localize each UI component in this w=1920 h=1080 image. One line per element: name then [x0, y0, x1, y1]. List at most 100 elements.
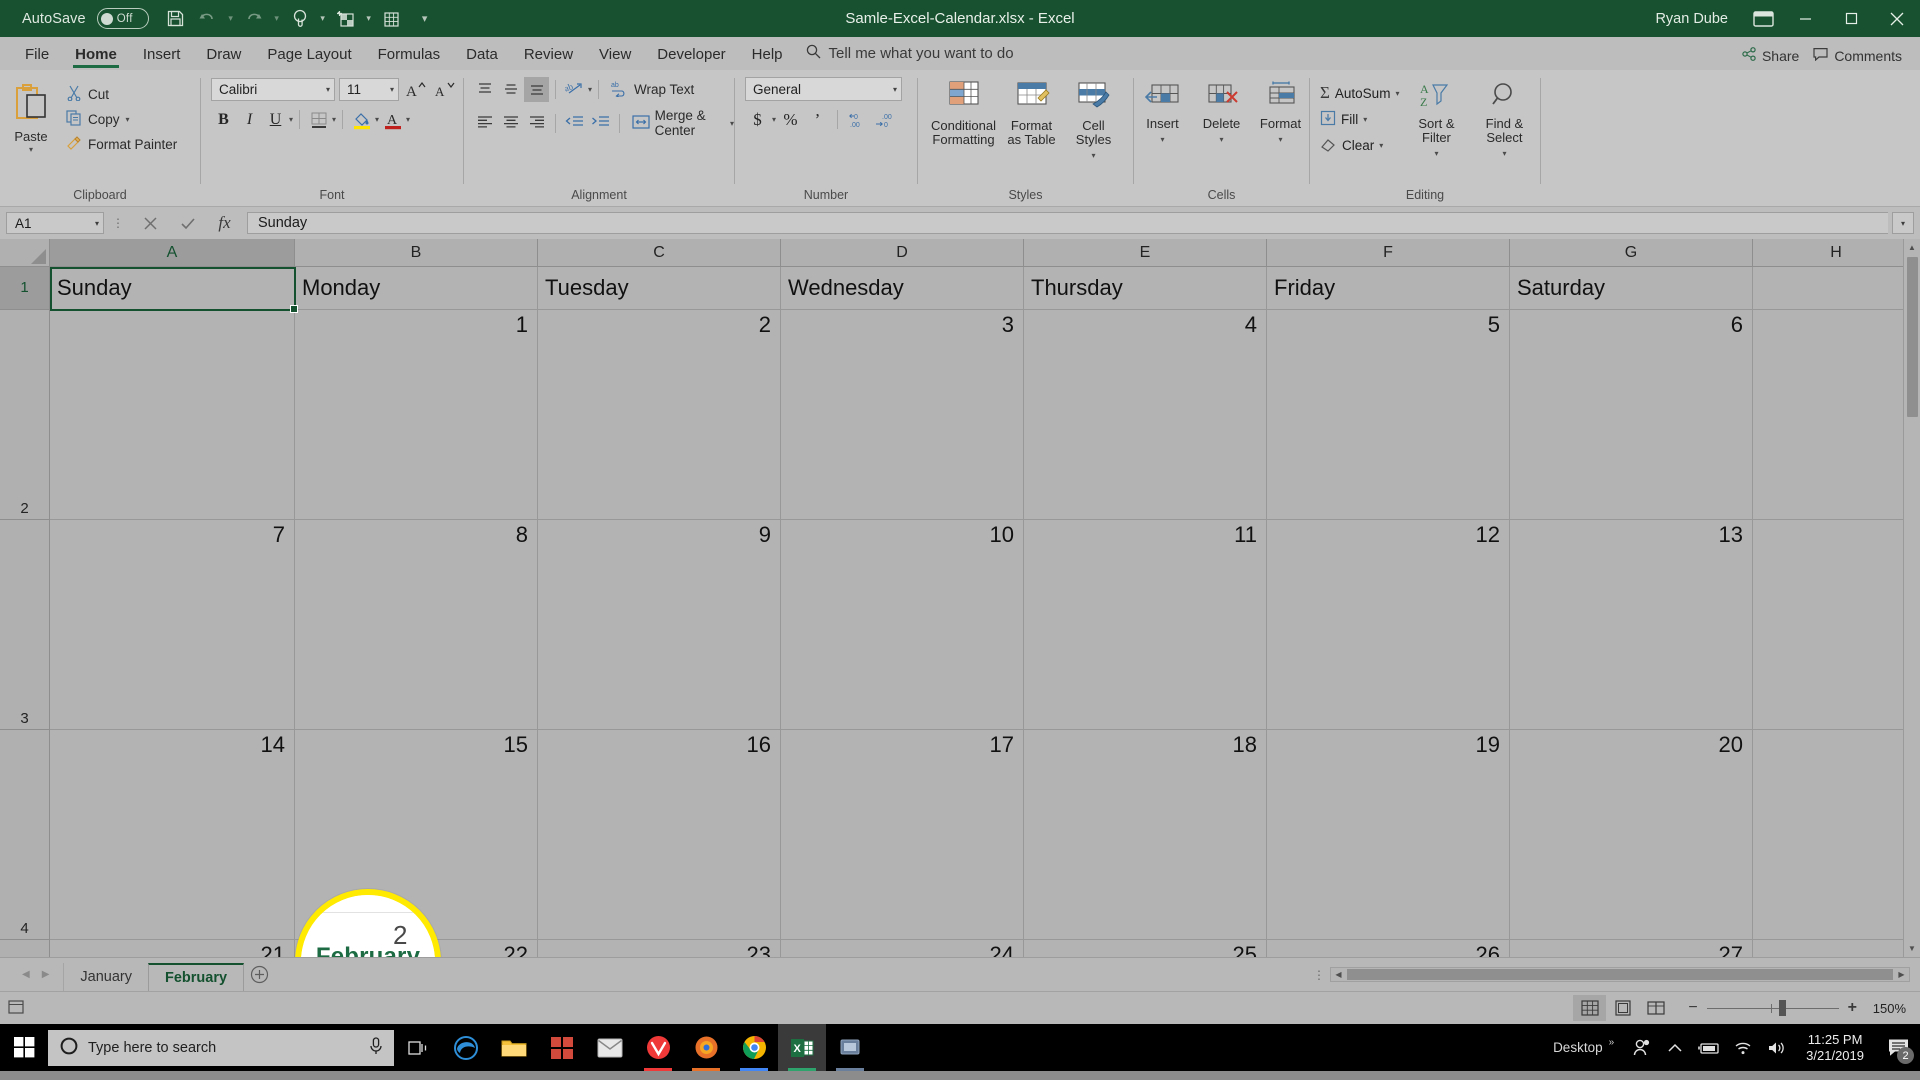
cell-styles-button[interactable]: Cell Styles ▾ [1065, 77, 1123, 163]
zoom-control[interactable]: − + 150% [1688, 999, 1906, 1017]
show-hidden-icons-icon[interactable] [1658, 1024, 1692, 1071]
table-icon[interactable] [377, 5, 407, 33]
account-name[interactable]: Ryan Dube [1655, 11, 1728, 27]
cell-f5[interactable]: 26 [1267, 940, 1510, 957]
currency-format-icon[interactable]: $ [745, 107, 770, 132]
ribbon-display-options-icon[interactable] [1744, 4, 1782, 34]
previous-sheet-icon[interactable]: ◀ [22, 969, 30, 980]
tray-overflow-icon[interactable]: » [1609, 1037, 1625, 1048]
orientation-dropdown-icon[interactable]: ▾ [588, 85, 592, 94]
zoom-in-button[interactable]: + [1848, 999, 1857, 1017]
font-name-dropdown-icon[interactable]: ▾ [318, 85, 330, 94]
zoom-slider[interactable] [1706, 1000, 1839, 1016]
comments-button[interactable]: Comments [1813, 47, 1902, 64]
new-dropdown-icon[interactable]: ▾ [363, 5, 375, 33]
copy-dropdown-icon[interactable]: ▾ [126, 115, 130, 124]
start-button[interactable] [0, 1024, 48, 1071]
orientation-icon[interactable]: ab [562, 77, 587, 102]
wifi-icon[interactable] [1726, 1024, 1760, 1071]
cell-b1[interactable]: Monday [295, 267, 538, 310]
autosave-toggle[interactable]: Off [96, 8, 149, 29]
cell-h5[interactable] [1753, 940, 1920, 957]
insert-function-icon[interactable]: fx [206, 211, 243, 235]
column-header-h[interactable]: H [1753, 239, 1920, 267]
cell-b3[interactable]: 8 [295, 520, 538, 730]
font-color-dropdown-icon[interactable]: ▾ [406, 115, 410, 124]
name-box-dropdown-icon[interactable]: ▾ [95, 219, 99, 228]
font-size-combo[interactable]: 11 ▾ [339, 78, 399, 101]
taskbar-vivaldi-icon[interactable] [634, 1024, 682, 1071]
scroll-up-icon[interactable]: ▲ [1904, 239, 1920, 256]
redo-dropdown-icon[interactable]: ▾ [271, 5, 283, 33]
align-top-icon[interactable] [472, 77, 497, 102]
task-view-icon[interactable] [394, 1024, 442, 1071]
decrease-indent-icon[interactable] [562, 111, 587, 136]
cell-g5[interactable]: 27 [1510, 940, 1753, 957]
restore-button[interactable] [1828, 0, 1874, 37]
sheet-tab-january[interactable]: January [63, 963, 148, 991]
tab-home[interactable]: Home [62, 42, 130, 70]
taskbar-chrome-icon[interactable] [730, 1024, 778, 1071]
delete-cells-button[interactable]: Delete ▾ [1193, 77, 1250, 147]
clear-button[interactable]: Clear ▾ [1320, 134, 1399, 156]
tab-review[interactable]: Review [511, 42, 586, 70]
show-desktop-label[interactable]: Desktop [1547, 1040, 1609, 1055]
confirm-entry-icon[interactable] [169, 211, 206, 235]
format-cells-dropdown-icon[interactable]: ▾ [1278, 133, 1282, 147]
cell-f2[interactable]: 5 [1267, 310, 1510, 520]
taskbar-edge-icon[interactable] [442, 1024, 490, 1071]
zoom-slider-thumb[interactable] [1778, 1000, 1786, 1016]
cell-styles-dropdown-icon[interactable]: ▾ [1091, 149, 1095, 163]
cell-e3[interactable]: 11 [1024, 520, 1267, 730]
zoom-out-button[interactable]: − [1688, 999, 1697, 1017]
save-icon[interactable] [161, 5, 191, 33]
format-painter-button[interactable]: Format Painter [66, 133, 177, 155]
sheet-tab-february[interactable]: February [148, 963, 245, 991]
tab-draw[interactable]: Draw [193, 42, 254, 70]
cell-c4[interactable]: 16 [538, 730, 781, 940]
borders-dropdown-icon[interactable]: ▾ [332, 115, 336, 124]
align-middle-icon[interactable] [498, 77, 523, 102]
battery-icon[interactable] [1692, 1024, 1726, 1071]
cell-d2[interactable]: 3 [781, 310, 1024, 520]
row-header-3[interactable]: 3 [0, 520, 50, 730]
column-header-a[interactable]: A [50, 239, 295, 267]
cell-h2[interactable] [1753, 310, 1920, 520]
cell-b4[interactable]: 15 [295, 730, 538, 940]
conditional-formatting-button[interactable]: Conditional Formatting [929, 77, 999, 147]
insert-cells-dropdown-icon[interactable]: ▾ [1160, 133, 1164, 147]
horizontal-scroll-thumb[interactable] [1347, 969, 1893, 980]
tab-view[interactable]: View [586, 42, 644, 70]
sheet-nav-arrows[interactable]: ◀ ▶ [0, 969, 63, 980]
increase-font-size-icon[interactable]: A [403, 77, 428, 102]
expand-formula-bar-icon[interactable]: ▾ [1892, 212, 1914, 234]
scroll-right-icon[interactable]: ▶ [1894, 970, 1909, 979]
cell-d5[interactable]: 24 [781, 940, 1024, 957]
column-header-g[interactable]: G [1510, 239, 1753, 267]
insert-cells-button[interactable]: Insert ▾ [1134, 77, 1191, 147]
autosum-dropdown-icon[interactable]: ▾ [1395, 89, 1399, 98]
cell-g2[interactable]: 6 [1510, 310, 1753, 520]
close-button[interactable] [1874, 0, 1920, 37]
format-as-table-button[interactable]: Format as Table [1003, 77, 1061, 147]
increase-decimal-icon[interactable]: 0.00 [845, 107, 870, 132]
cell-b5[interactable]: 22 [295, 940, 538, 957]
borders-icon[interactable] [306, 107, 331, 132]
font-color-icon[interactable]: A [380, 107, 405, 132]
tab-help[interactable]: Help [739, 42, 796, 70]
tab-insert[interactable]: Insert [130, 42, 194, 70]
cell-e5[interactable]: 25 [1024, 940, 1267, 957]
tell-me-box[interactable]: Tell me what you want to do [796, 40, 1024, 70]
currency-dropdown-icon[interactable]: ▾ [772, 115, 776, 124]
copy-button[interactable]: Copy ▾ [66, 108, 177, 130]
column-header-e[interactable]: E [1024, 239, 1267, 267]
vertical-scrollbar[interactable]: ▲ ▼ [1903, 239, 1920, 957]
new-icon[interactable] [331, 5, 361, 33]
number-format-dropdown-icon[interactable]: ▾ [885, 85, 897, 94]
taskbar-firefox-icon[interactable] [682, 1024, 730, 1071]
cell-g3[interactable]: 13 [1510, 520, 1753, 730]
action-center-button[interactable]: 2 [1876, 1024, 1920, 1071]
minimize-button[interactable] [1782, 0, 1828, 37]
number-format-combo[interactable]: General ▾ [745, 77, 902, 101]
normal-view-icon[interactable] [1573, 995, 1607, 1021]
